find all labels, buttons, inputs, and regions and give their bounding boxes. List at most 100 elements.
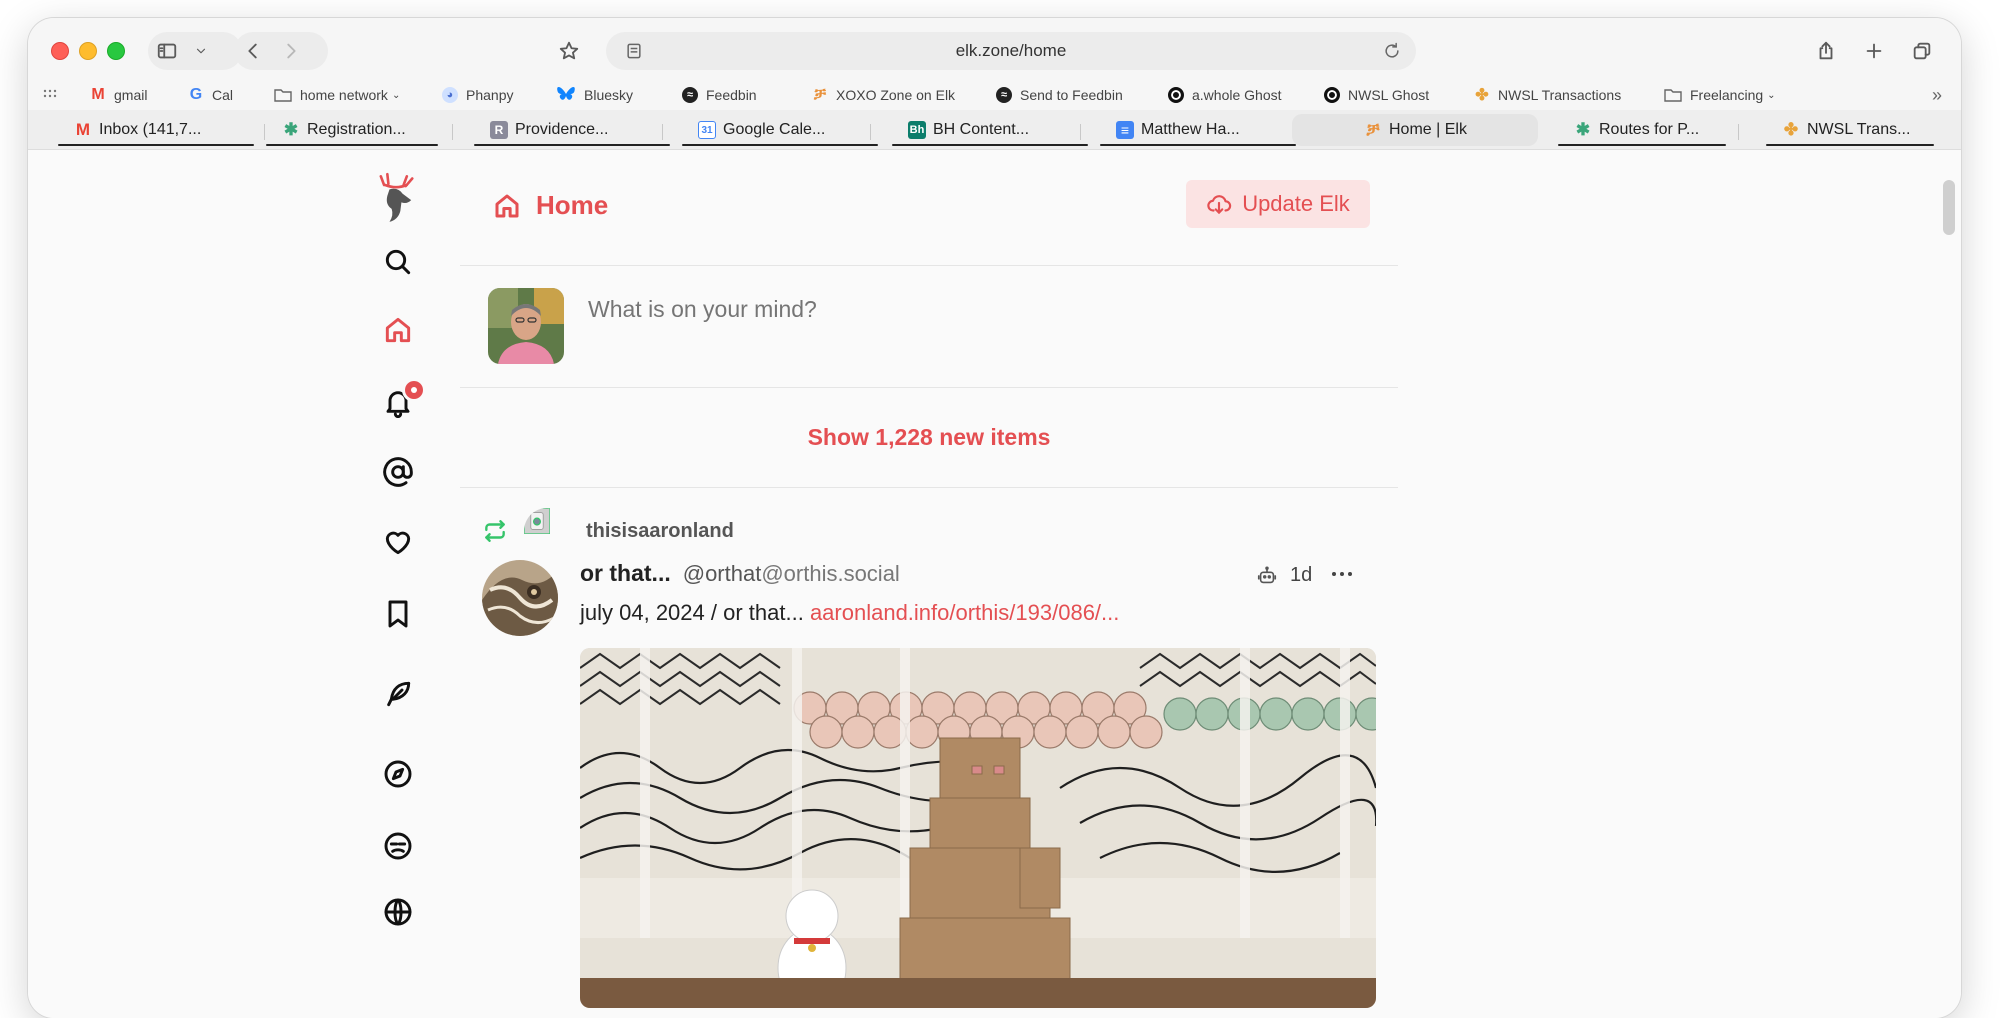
bookmark-nwsl-ghost[interactable]: NWSL Ghost — [1324, 84, 1429, 106]
show-new-items-button[interactable]: Show 1,228 new items — [460, 388, 1398, 488]
more-bookmarks-button[interactable]: » — [1932, 84, 1942, 106]
page-scrollbar[interactable] — [1943, 180, 1955, 235]
tab-bar: M Inbox (141,7... ✱ Registration... R Pr… — [28, 110, 1961, 150]
close-window-button[interactable] — [51, 42, 69, 60]
bookmark-nwsl-transactions[interactable]: ✤ NWSL Transactions — [1474, 84, 1621, 106]
post-more-button[interactable] — [1322, 554, 1362, 594]
new-tab-button[interactable] — [1855, 32, 1893, 70]
tab-label: NWSL Trans... — [1807, 121, 1911, 138]
tab-registration[interactable]: ✱ Registration... — [266, 114, 438, 146]
behance-icon: Bh — [908, 121, 926, 139]
tab-gmail-inbox[interactable]: M Inbox (141,7... — [58, 114, 254, 146]
bookmark-label: gmail — [114, 87, 148, 103]
tab-label: BH Content... — [933, 121, 1030, 138]
tab-label: Registration... — [307, 121, 406, 138]
back-button[interactable] — [234, 32, 272, 70]
sidebar-menu-button[interactable] — [186, 32, 216, 70]
bookmark-folder-freelancing[interactable]: Freelancing ⌄ — [1664, 84, 1776, 106]
nav-local[interactable] — [378, 826, 418, 866]
calendar-icon: 31 — [698, 121, 716, 139]
nav-compose[interactable] — [378, 674, 418, 714]
bookmark-star-button[interactable] — [550, 32, 588, 70]
plus-icon — [1866, 43, 1882, 59]
tab-providence[interactable]: R Providence... — [474, 114, 670, 146]
nav-federated[interactable] — [378, 892, 418, 932]
tab-google-calendar[interactable]: 31 Google Cale... — [682, 114, 878, 146]
author-handle[interactable]: @orthat@orthis.social — [683, 561, 900, 587]
author-avatar[interactable] — [482, 560, 558, 636]
post-meta: 1d — [1256, 564, 1312, 587]
show-new-items-label: Show 1,228 new items — [807, 424, 1051, 450]
nav-mentions[interactable] — [378, 452, 418, 492]
minimize-window-button[interactable] — [79, 42, 97, 60]
bookmark-label: NWSL Ghost — [1348, 87, 1430, 103]
chevron-down-icon: ⌄ — [391, 89, 401, 101]
bookmark-label: NWSL Transactions — [1498, 87, 1622, 103]
author-domain: @orthis.social — [761, 561, 900, 586]
reblogger-avatar[interactable] — [524, 508, 570, 554]
bookmark-label: Phanpy — [466, 87, 514, 103]
folder-icon — [274, 89, 292, 102]
tab-label: Home | Elk — [1389, 121, 1467, 138]
nav-explore[interactable] — [378, 754, 418, 794]
post-timestamp[interactable]: 1d — [1290, 564, 1312, 587]
bookmark-label: Freelancing — [1690, 87, 1764, 103]
page-title: Home — [492, 190, 608, 221]
elk-page: Home Update Elk What is on your mind? Sh… — [28, 150, 1961, 1018]
bookmark-label: a.whole Ghost — [1192, 87, 1282, 103]
bookmark-phanpy[interactable]: ◕ Phanpy — [442, 84, 513, 106]
nav-favorites[interactable] — [378, 522, 418, 562]
bookmark-awhole-ghost[interactable]: a.whole Ghost — [1168, 84, 1282, 106]
address-bar[interactable]: elk.zone/home — [606, 32, 1416, 70]
tab-home-elk[interactable]: ቻ Home | Elk — [1292, 114, 1538, 146]
maximize-window-button[interactable] — [107, 42, 125, 60]
bookmark-xoxo-elk[interactable]: ቻ XOXO Zone on Elk — [812, 84, 955, 106]
nav-bookmarks[interactable] — [378, 594, 418, 634]
tab-nwsl-transactions[interactable]: ✤ NWSL Trans... — [1766, 114, 1934, 146]
elk-icon: ቻ — [1366, 120, 1380, 139]
nav-notifications[interactable] — [378, 378, 426, 422]
compass-icon — [384, 760, 412, 788]
heart-icon — [385, 531, 411, 555]
elk-logo[interactable] — [372, 170, 420, 226]
nav-home[interactable] — [378, 310, 418, 350]
tabs-overview-icon — [1913, 42, 1931, 60]
reblogger-name[interactable]: thisisaaronland — [586, 520, 734, 543]
tab-overview-button[interactable] — [1903, 32, 1941, 70]
share-button[interactable] — [1807, 32, 1845, 70]
post-photo — [580, 648, 1376, 1008]
butterfly-icon — [557, 87, 575, 100]
bookmarks-bar: M gmail G Cal home network ⌄ ◕ Phanpy Bl… — [28, 80, 1961, 110]
phanpy-icon: ◕ — [442, 87, 458, 103]
author-username: @orthat — [682, 561, 762, 586]
author-name[interactable]: or that... — [580, 560, 671, 587]
bookmark-folder-home-network[interactable]: home network ⌄ — [274, 84, 400, 106]
globe-icon — [384, 898, 412, 926]
reblogger-avatar-image — [524, 508, 551, 535]
sidebar-toggle-button[interactable] — [148, 32, 186, 70]
post-media-image[interactable] — [580, 648, 1376, 1008]
bookmarks-grid-button[interactable] — [42, 84, 58, 106]
post-author: or that... @orthat@orthis.social — [580, 560, 900, 587]
bookmark-send-feedbin[interactable]: ≈ Send to Feedbin — [996, 84, 1123, 106]
compose-input[interactable] — [588, 296, 1348, 323]
tab-label: Routes for P... — [1599, 121, 1700, 138]
tab-matthew-doc[interactable]: ≡ Matthew Ha... — [1100, 114, 1296, 146]
bookmark-cal[interactable]: G Cal — [188, 84, 233, 106]
forward-button[interactable] — [272, 32, 310, 70]
page-menu-icon[interactable] — [624, 41, 644, 61]
post-link[interactable]: aaronland.info/orthis/193/086/... — [810, 600, 1119, 625]
nav-search[interactable] — [378, 242, 418, 282]
tab-bh-content[interactable]: Bh BH Content... — [892, 114, 1088, 146]
bookmark-bluesky[interactable]: Bluesky — [556, 84, 633, 106]
update-elk-button[interactable]: Update Elk — [1186, 180, 1370, 228]
tab-routes[interactable]: ✱ Routes for P... — [1558, 114, 1726, 146]
folder-icon — [1664, 89, 1682, 102]
post-content: july 04, 2024 / or that... aaronland.inf… — [580, 600, 1119, 626]
sidebar-toggle-group — [148, 32, 242, 70]
reblog-indicator: thisisaaronland — [482, 508, 734, 554]
user-avatar[interactable] — [488, 288, 564, 364]
bookmark-feedbin[interactable]: ≈ Feedbin — [682, 84, 757, 106]
bookmark-gmail[interactable]: M gmail — [90, 84, 147, 106]
reload-icon[interactable] — [1382, 41, 1402, 61]
